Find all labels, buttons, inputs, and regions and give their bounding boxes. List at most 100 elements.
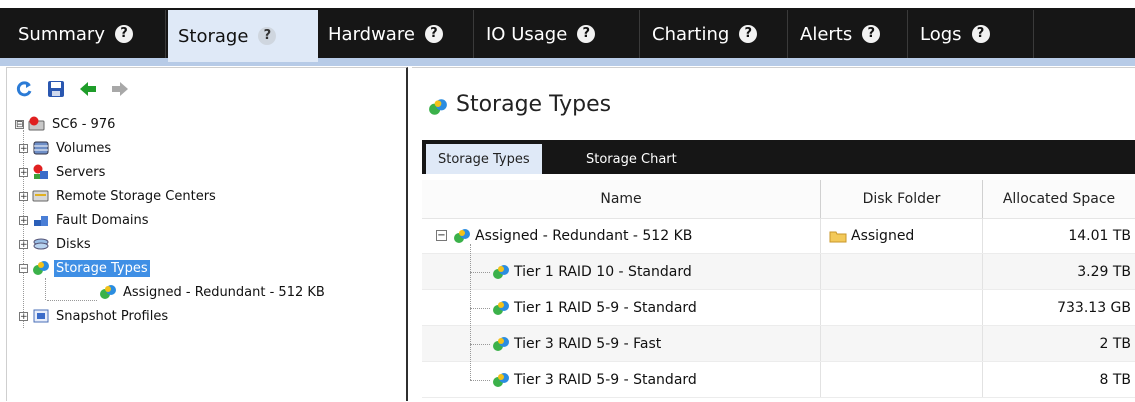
name-cell: − Assigned - Redundant - 512 KB — [436, 218, 820, 253]
allocated-cell: 14.01 TB — [982, 218, 1135, 253]
back-arrow-icon[interactable] — [79, 80, 97, 98]
tab-io-usage[interactable]: IO Usage ? — [476, 10, 640, 58]
help-icon[interactable]: ? — [258, 27, 277, 45]
subtab-storage-chart[interactable]: Storage Chart — [574, 144, 689, 174]
tree-item-label: Fault Domains — [56, 212, 149, 228]
volumes-icon — [32, 140, 50, 156]
tree-item-label: Disks — [56, 236, 91, 252]
table-row[interactable]: Tier 3 RAID 5-9 - Standard 8 TB — [422, 344, 1135, 398]
expand-icon[interactable]: + — [19, 311, 28, 321]
tab-charting[interactable]: Charting ? — [642, 10, 788, 58]
storage-center-icon — [28, 116, 46, 132]
allocated-cell: 733.13 GB — [982, 290, 1135, 325]
tree-guide — [470, 244, 471, 272]
tab-hardware-label: Hardware — [328, 23, 415, 45]
tree-guide — [470, 308, 471, 344]
tree-guide — [470, 344, 490, 345]
column-header-name[interactable]: Name — [422, 180, 820, 218]
tab-hardware[interactable]: Hardware ? — [318, 10, 474, 58]
subtab-storage-types[interactable]: Storage Types — [426, 144, 542, 174]
tab-storage[interactable]: Storage ? — [168, 10, 318, 62]
refresh-icon[interactable] — [15, 80, 33, 98]
tree-item-disks[interactable]: + Disks — [19, 234, 93, 254]
storage-type-icon — [492, 336, 510, 352]
expand-icon[interactable]: + — [19, 239, 28, 249]
page-title: Storage Types — [428, 92, 611, 117]
tree-item-volumes[interactable]: + Volumes — [19, 138, 113, 158]
tree-item-servers[interactable]: + Servers — [19, 162, 107, 182]
expand-icon[interactable]: + — [19, 143, 28, 153]
tab-summary-label: Summary — [18, 23, 105, 45]
table-row[interactable]: Tier 1 RAID 5-9 - Standard 733.13 GB — [422, 272, 1135, 326]
row-name: Tier 1 RAID 5-9 - Standard — [514, 299, 697, 316]
help-icon[interactable]: ? — [577, 25, 596, 43]
storage-type-icon — [99, 284, 117, 300]
tree-guide — [470, 272, 471, 308]
disks-icon — [32, 236, 50, 252]
table-header: Name Disk Folder Allocated Space — [422, 180, 1135, 219]
column-header-disk-folder[interactable]: Disk Folder — [820, 180, 982, 218]
tree-root-node[interactable]: ⊟ SC6 - 976 — [15, 114, 117, 134]
tree-item-fault-domains[interactable]: + Fault Domains — [19, 210, 151, 230]
tree-item-label: Snapshot Profiles — [56, 308, 169, 324]
tree-guide — [470, 308, 490, 309]
tree-toolbar — [15, 80, 129, 98]
disk-folder-cell — [820, 326, 982, 361]
collapse-icon[interactable]: − — [436, 230, 447, 241]
disk-folder-cell: Assigned — [820, 218, 982, 253]
storage-types-icon — [32, 260, 50, 276]
name-cell: Tier 3 RAID 5-9 - Fast — [492, 326, 820, 361]
tab-alerts[interactable]: Alerts ? — [790, 10, 908, 58]
tree-root-label: SC6 - 976 — [52, 116, 116, 132]
name-cell: Tier 3 RAID 5-9 - Standard — [492, 362, 820, 397]
storage-type-icon — [492, 300, 510, 316]
expand-icon[interactable]: + — [19, 215, 28, 225]
help-icon[interactable]: ? — [862, 25, 881, 43]
save-icon[interactable] — [47, 80, 65, 98]
tree-item-label: Storage Types — [54, 259, 150, 277]
tree-item-label: Volumes — [56, 140, 112, 156]
table-row[interactable]: − Assigned - Redundant - 512 KB Assigned… — [422, 218, 1135, 254]
storage-type-icon — [492, 372, 510, 388]
top-tab-bar: Summary ? Storage ? Hardware ? IO Usage … — [0, 0, 1135, 66]
table-row[interactable]: Tier 3 RAID 5-9 - Fast 2 TB — [422, 308, 1135, 362]
tree-guide — [45, 278, 46, 300]
tab-logs[interactable]: Logs ? — [910, 10, 1034, 58]
remote-storage-icon — [32, 188, 50, 204]
help-icon[interactable]: ? — [424, 25, 443, 43]
row-name: Assigned - Redundant - 512 KB — [475, 227, 693, 244]
page-title-text: Storage Types — [456, 92, 612, 117]
allocated-cell: 3.29 TB — [982, 254, 1135, 289]
expand-icon[interactable]: + — [19, 167, 28, 177]
row-folder: Assigned — [851, 227, 915, 244]
tree-item-snapshot-profiles[interactable]: + Snapshot Profiles — [19, 306, 170, 326]
collapse-icon[interactable]: − — [19, 263, 28, 273]
snapshot-profiles-icon — [32, 308, 50, 324]
row-name: Tier 3 RAID 5-9 - Standard — [514, 371, 697, 388]
collapse-icon[interactable]: ⊟ — [15, 119, 24, 129]
tree-item-storage-types[interactable]: − Storage Types — [19, 258, 150, 278]
tab-io-usage-label: IO Usage — [486, 23, 568, 45]
disk-folder-cell — [820, 254, 982, 289]
tab-summary[interactable]: Summary ? — [8, 10, 166, 58]
tree-item-label: Assigned - Redundant - 512 KB — [123, 284, 325, 300]
column-header-allocated-space[interactable]: Allocated Space — [982, 180, 1135, 218]
help-icon[interactable]: ? — [739, 25, 758, 43]
expand-icon[interactable]: + — [19, 191, 28, 201]
storage-types-icon — [428, 97, 447, 115]
forward-arrow-icon[interactable] — [111, 80, 129, 98]
subtab-bar: Storage Types Storage Chart — [422, 140, 1135, 174]
navigation-pane: ⊟ SC6 - 976 + Volumes + Servers + Remote… — [6, 67, 408, 401]
tree-item-remote-storage-centers[interactable]: + Remote Storage Centers — [19, 186, 218, 206]
tab-storage-label: Storage — [178, 25, 249, 47]
name-cell: Tier 1 RAID 5-9 - Standard — [492, 290, 820, 325]
table-row[interactable]: Tier 1 RAID 10 - Standard 3.29 TB — [422, 244, 1135, 290]
tree-item-label: Remote Storage Centers — [56, 188, 216, 204]
allocated-cell: 2 TB — [982, 326, 1135, 361]
allocated-cell: 8 TB — [982, 362, 1135, 397]
name-cell: Tier 1 RAID 10 - Standard — [492, 254, 820, 289]
help-icon[interactable]: ? — [115, 25, 133, 43]
tree-item-assigned-redundant[interactable]: Assigned - Redundant - 512 KB — [99, 282, 327, 302]
help-icon[interactable]: ? — [971, 25, 990, 43]
disk-folder-cell — [820, 290, 982, 325]
